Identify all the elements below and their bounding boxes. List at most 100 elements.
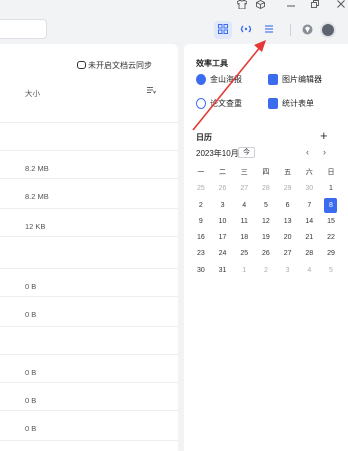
grid-view-button[interactable] <box>214 21 232 39</box>
weekday-label: 二 <box>219 169 227 176</box>
calendar-day[interactable]: 27 <box>233 181 255 197</box>
calendar-day[interactable]: 17 <box>212 230 234 246</box>
calendar-day[interactable]: 13 <box>277 214 299 230</box>
calendar-day[interactable]: 26 <box>212 181 234 197</box>
calendar-day[interactable]: 20 <box>277 230 299 246</box>
calendar-day[interactable]: 12 <box>255 214 277 230</box>
next-month-button[interactable]: › <box>323 147 326 157</box>
row-divider <box>0 236 178 237</box>
row-divider <box>0 440 178 441</box>
size-column-header[interactable]: 大小 <box>25 88 40 99</box>
search-input[interactable] <box>0 19 47 39</box>
share-button[interactable] <box>237 21 255 39</box>
calendar-day[interactable]: 14 <box>298 214 320 230</box>
day-number: 26 <box>218 185 227 193</box>
calendar-day[interactable]: 29 <box>277 181 299 197</box>
calendar-day[interactable]: 9 <box>190 214 212 230</box>
weekday-label: 日 <box>327 169 335 176</box>
calendar-day[interactable]: 3 <box>212 198 234 214</box>
avatar[interactable] <box>320 22 336 38</box>
calendar-day[interactable]: 4 <box>233 198 255 214</box>
list-view-button[interactable] <box>260 21 278 39</box>
calendar-day[interactable]: 11 <box>233 214 255 230</box>
day-number: 8 <box>324 197 338 213</box>
day-number: 17 <box>218 234 227 242</box>
day-number: 25 <box>240 250 249 258</box>
calendar-day[interactable]: 1 <box>233 263 255 279</box>
day-number: 30 <box>305 185 314 193</box>
calendar-week: 2 3 4 5 6 7 8 <box>190 197 342 214</box>
calendar-day[interactable]: 16 <box>190 230 212 246</box>
close-icon[interactable] <box>337 0 345 10</box>
tool-label: 统计表单 <box>282 99 314 108</box>
day-number: 4 <box>307 266 312 274</box>
shirt-icon[interactable] <box>236 0 248 11</box>
calendar-day[interactable]: 19 <box>255 230 277 246</box>
calendar-day[interactable]: 31 <box>212 263 234 279</box>
day-number: 28 <box>262 185 270 193</box>
day-number: 29 <box>283 185 292 193</box>
calendar-day[interactable]: 2 <box>190 198 212 214</box>
statistics-form-icon <box>268 98 278 109</box>
calendar-day[interactable]: 28 <box>255 181 277 197</box>
tool-poster[interactable]: 金山海报 <box>196 74 242 85</box>
calendar-day[interactable]: 2 <box>255 263 277 279</box>
calendar-day[interactable]: 23 <box>190 246 212 262</box>
weekday-label: 五 <box>284 169 292 176</box>
column-settings-icon[interactable] <box>147 86 156 96</box>
calendar-day[interactable]: 10 <box>212 214 234 230</box>
today-button[interactable]: 今 <box>238 147 255 158</box>
calendar-day[interactable]: 30 <box>298 181 320 197</box>
calendar-grid: 一二三四五六日 25 26 27 28 29 30 1 2 3 4 5 6 7 8 9 10 11 12 13 14 15… <box>190 165 342 279</box>
calendar-day[interactable]: 3 <box>277 263 299 279</box>
weekday-header: 一二三四五六日 <box>190 165 342 181</box>
add-event-button[interactable]: + <box>320 129 328 142</box>
calendar-day[interactable]: 28 <box>298 246 320 262</box>
minimize-icon[interactable] <box>287 0 295 10</box>
row-divider <box>0 208 178 209</box>
calendar-day[interactable]: 25 <box>233 246 255 262</box>
calendar-day-selected[interactable]: 8 <box>320 197 342 214</box>
calendar-day[interactable]: 15 <box>320 214 342 230</box>
cloud-sync-status[interactable]: 未开启文档云同步 <box>77 60 152 71</box>
calendar-day[interactable]: 6 <box>277 198 299 214</box>
shield-icon <box>302 24 313 37</box>
cube-icon[interactable] <box>256 0 265 11</box>
tool-statistics-form[interactable]: 统计表单 <box>268 98 314 109</box>
calendar-day[interactable]: 7 <box>298 198 320 214</box>
day-number: 4 <box>242 201 247 209</box>
calendar-day[interactable]: 26 <box>255 246 277 262</box>
calendar-day[interactable]: 5 <box>255 198 277 214</box>
file-size-cell: 0 B <box>25 310 37 319</box>
restore-icon[interactable] <box>311 0 319 10</box>
tool-plagiarism-check[interactable]: 论文查重 <box>196 98 242 109</box>
calendar-day[interactable]: 21 <box>298 230 320 246</box>
calendar-day[interactable]: 18 <box>233 230 255 246</box>
calendar-day[interactable]: 30 <box>190 263 212 279</box>
grid-icon <box>218 24 228 36</box>
day-number: 9 <box>198 217 203 225</box>
tool-label: 金山海报 <box>210 75 242 84</box>
day-number: 28 <box>305 250 314 258</box>
calendar-day[interactable]: 25 <box>190 181 212 197</box>
day-number: 14 <box>305 217 314 225</box>
tool-image-editor[interactable]: 图片编辑器 <box>268 74 322 85</box>
calendar-day[interactable]: 27 <box>277 246 299 262</box>
weekday-label: 三 <box>240 169 248 176</box>
day-number: 25 <box>196 185 205 193</box>
calendar-day[interactable]: 1 <box>320 181 342 197</box>
calendar-day[interactable]: 22 <box>320 230 342 246</box>
row-divider <box>0 382 178 383</box>
day-number: 22 <box>327 234 335 242</box>
day-number: 18 <box>240 234 249 242</box>
calendar-day[interactable]: 4 <box>298 263 320 279</box>
security-button[interactable] <box>298 21 316 39</box>
calendar-day[interactable]: 24 <box>212 246 234 262</box>
row-divider <box>0 268 178 269</box>
list-icon <box>264 24 274 36</box>
prev-month-button[interactable]: ‹ <box>306 147 309 157</box>
calendar-day[interactable]: 5 <box>320 263 342 279</box>
calendar-title: 日历 <box>196 133 212 142</box>
calendar-day[interactable]: 29 <box>320 246 342 262</box>
row-divider <box>0 122 178 123</box>
